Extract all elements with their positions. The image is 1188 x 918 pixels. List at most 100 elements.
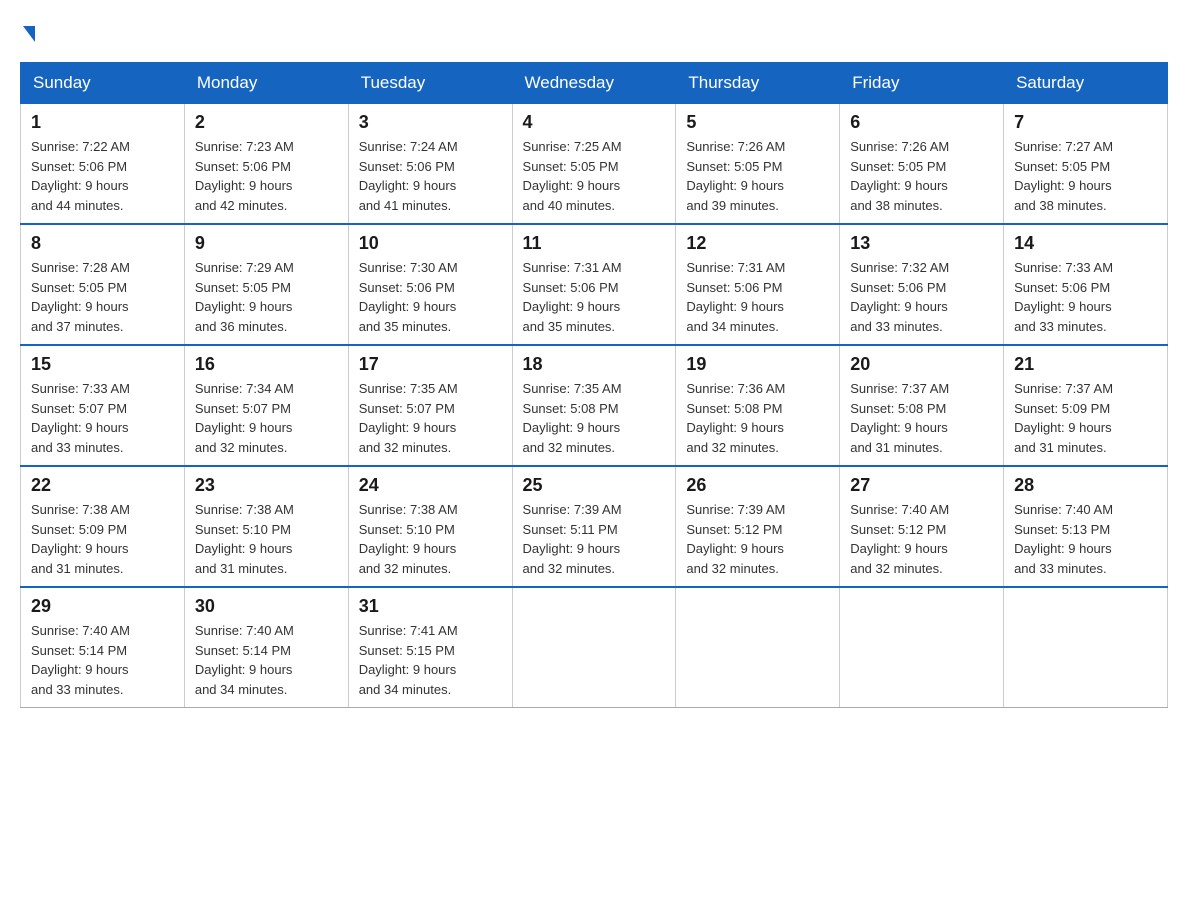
calendar-cell: 28Sunrise: 7:40 AMSunset: 5:13 PMDayligh… [1004,466,1168,587]
day-number: 18 [523,354,666,375]
day-info: Sunrise: 7:29 AMSunset: 5:05 PMDaylight:… [195,258,338,336]
calendar-cell: 24 Sunrise: 7:38 AMSunset: 5:10 PMDayligh… [348,466,512,587]
calendar-week-row: 1 Sunrise: 7:22 AMSunset: 5:06 PMDaylight… [21,104,1168,225]
calendar-table: SundayMondayTuesdayWednesdayThursdayFrid… [20,62,1168,708]
day-info: Sunrise: 7:24 AMSunset: 5:06 PMDaylight:… [359,137,502,215]
calendar-cell: 2 Sunrise: 7:23 AMSunset: 5:06 PMDaylight… [184,104,348,225]
day-number: 28 [1014,475,1157,496]
day-number: 7 [1014,112,1157,133]
day-number: 11 [523,233,666,254]
day-info: Sunrise: 7:31 AMSunset: 5:06 PMDaylight:… [686,258,829,336]
day-number: 5 [686,112,829,133]
day-info: Sunrise: 7:37 AMSunset: 5:09 PMDaylight:… [1014,379,1157,457]
day-info: Sunrise: 7:31 AMSunset: 5:06 PMDaylight:… [523,258,666,336]
day-number: 20 [850,354,993,375]
calendar-cell: 21 Sunrise: 7:37 AMSunset: 5:09 PMDayligh… [1004,345,1168,466]
calendar-cell: 25 Sunrise: 7:39 AMSunset: 5:11 PMDayligh… [512,466,676,587]
day-number: 27 [850,475,993,496]
calendar-cell: 29 Sunrise: 7:40 AMSunset: 5:14 PMDayligh… [21,587,185,708]
day-number: 25 [523,475,666,496]
day-number: 15 [31,354,174,375]
day-number: 14 [1014,233,1157,254]
day-info: Sunrise: 7:37 AMSunset: 5:08 PMDaylight:… [850,379,993,457]
calendar-cell: 18 Sunrise: 7:35 AMSunset: 5:08 PMDayligh… [512,345,676,466]
calendar-cell [840,587,1004,708]
calendar-week-row: 15 Sunrise: 7:33 AMSunset: 5:07 PMDayligh… [21,345,1168,466]
day-info: Sunrise: 7:28 AMSunset: 5:05 PMDaylight:… [31,258,174,336]
day-info: Sunrise: 7:38 AMSunset: 5:09 PMDaylight:… [31,500,174,578]
calendar-cell [1004,587,1168,708]
calendar-cell: 4Sunrise: 7:25 AMSunset: 5:05 PMDaylight… [512,104,676,225]
day-info: Sunrise: 7:23 AMSunset: 5:06 PMDaylight:… [195,137,338,215]
logo-arrow-icon [23,26,35,42]
day-number: 4 [523,112,666,133]
day-number: 9 [195,233,338,254]
day-number: 31 [359,596,502,617]
day-number: 24 [359,475,502,496]
calendar-cell: 3Sunrise: 7:24 AMSunset: 5:06 PMDaylight… [348,104,512,225]
calendar-cell: 7 Sunrise: 7:27 AMSunset: 5:05 PMDaylight… [1004,104,1168,225]
day-info: Sunrise: 7:34 AMSunset: 5:07 PMDaylight:… [195,379,338,457]
day-info: Sunrise: 7:36 AMSunset: 5:08 PMDaylight:… [686,379,829,457]
day-number: 29 [31,596,174,617]
day-info: Sunrise: 7:26 AMSunset: 5:05 PMDaylight:… [686,137,829,215]
column-header-friday: Friday [840,63,1004,104]
calendar-cell [676,587,840,708]
day-number: 6 [850,112,993,133]
calendar-cell: 22 Sunrise: 7:38 AMSunset: 5:09 PMDayligh… [21,466,185,587]
calendar-cell: 8Sunrise: 7:28 AMSunset: 5:05 PMDaylight… [21,224,185,345]
day-number: 22 [31,475,174,496]
day-info: Sunrise: 7:38 AMSunset: 5:10 PMDaylight:… [359,500,502,578]
calendar-cell: 10Sunrise: 7:30 AMSunset: 5:06 PMDayligh… [348,224,512,345]
day-info: Sunrise: 7:35 AMSunset: 5:07 PMDaylight:… [359,379,502,457]
calendar-cell: 31 Sunrise: 7:41 AMSunset: 5:15 PMDayligh… [348,587,512,708]
column-header-thursday: Thursday [676,63,840,104]
day-number: 17 [359,354,502,375]
day-info: Sunrise: 7:32 AMSunset: 5:06 PMDaylight:… [850,258,993,336]
day-number: 23 [195,475,338,496]
day-info: Sunrise: 7:39 AMSunset: 5:12 PMDaylight:… [686,500,829,578]
day-info: Sunrise: 7:26 AMSunset: 5:05 PMDaylight:… [850,137,993,215]
day-info: Sunrise: 7:35 AMSunset: 5:08 PMDaylight:… [523,379,666,457]
column-header-sunday: Sunday [21,63,185,104]
calendar-cell: 16 Sunrise: 7:34 AMSunset: 5:07 PMDayligh… [184,345,348,466]
day-number: 2 [195,112,338,133]
calendar-cell: 15 Sunrise: 7:33 AMSunset: 5:07 PMDayligh… [21,345,185,466]
calendar-week-row: 22 Sunrise: 7:38 AMSunset: 5:09 PMDayligh… [21,466,1168,587]
calendar-cell: 30Sunrise: 7:40 AMSunset: 5:14 PMDayligh… [184,587,348,708]
day-number: 13 [850,233,993,254]
calendar-cell [512,587,676,708]
day-info: Sunrise: 7:33 AMSunset: 5:07 PMDaylight:… [31,379,174,457]
logo [20,20,35,42]
calendar-cell: 23Sunrise: 7:38 AMSunset: 5:10 PMDayligh… [184,466,348,587]
day-number: 1 [31,112,174,133]
day-number: 21 [1014,354,1157,375]
calendar-cell: 26 Sunrise: 7:39 AMSunset: 5:12 PMDayligh… [676,466,840,587]
day-number: 10 [359,233,502,254]
calendar-week-row: 29 Sunrise: 7:40 AMSunset: 5:14 PMDayligh… [21,587,1168,708]
calendar-cell: 27 Sunrise: 7:40 AMSunset: 5:12 PMDayligh… [840,466,1004,587]
day-number: 19 [686,354,829,375]
day-number: 30 [195,596,338,617]
column-header-tuesday: Tuesday [348,63,512,104]
page-header [20,20,1168,42]
day-number: 26 [686,475,829,496]
column-header-wednesday: Wednesday [512,63,676,104]
day-info: Sunrise: 7:40 AMSunset: 5:14 PMDaylight:… [31,621,174,699]
day-number: 16 [195,354,338,375]
day-info: Sunrise: 7:40 AMSunset: 5:12 PMDaylight:… [850,500,993,578]
calendar-cell: 6 Sunrise: 7:26 AMSunset: 5:05 PMDaylight… [840,104,1004,225]
column-header-monday: Monday [184,63,348,104]
calendar-week-row: 8Sunrise: 7:28 AMSunset: 5:05 PMDaylight… [21,224,1168,345]
day-number: 12 [686,233,829,254]
day-info: Sunrise: 7:41 AMSunset: 5:15 PMDaylight:… [359,621,502,699]
day-info: Sunrise: 7:22 AMSunset: 5:06 PMDaylight:… [31,137,174,215]
calendar-cell: 9 Sunrise: 7:29 AMSunset: 5:05 PMDaylight… [184,224,348,345]
day-info: Sunrise: 7:27 AMSunset: 5:05 PMDaylight:… [1014,137,1157,215]
column-header-saturday: Saturday [1004,63,1168,104]
day-info: Sunrise: 7:39 AMSunset: 5:11 PMDaylight:… [523,500,666,578]
calendar-cell: 14 Sunrise: 7:33 AMSunset: 5:06 PMDayligh… [1004,224,1168,345]
calendar-cell: 1 Sunrise: 7:22 AMSunset: 5:06 PMDaylight… [21,104,185,225]
day-info: Sunrise: 7:33 AMSunset: 5:06 PMDaylight:… [1014,258,1157,336]
calendar-cell: 17 Sunrise: 7:35 AMSunset: 5:07 PMDayligh… [348,345,512,466]
